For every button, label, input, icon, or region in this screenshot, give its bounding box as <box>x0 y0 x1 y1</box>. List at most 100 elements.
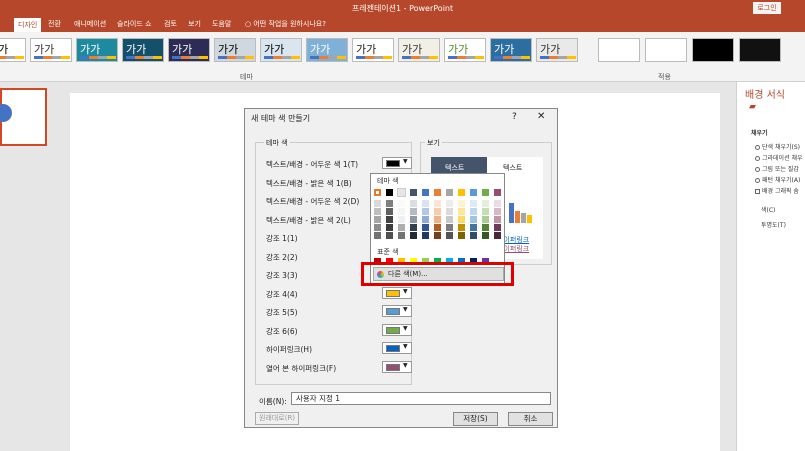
theme-thumbnail[interactable]: 가가 <box>122 38 164 62</box>
theme-color-shade-swatch[interactable] <box>386 200 393 207</box>
theme-color-shade-swatch[interactable] <box>386 224 393 231</box>
theme-color-shade-swatch[interactable] <box>458 232 465 239</box>
option-picture[interactable]: 그림 또는 질감 <box>755 164 799 173</box>
theme-color-shade-swatch[interactable] <box>374 208 381 215</box>
theme-color-swatch[interactable] <box>374 189 381 196</box>
login-button[interactable]: 로그인 <box>753 2 781 14</box>
theme-color-swatch[interactable] <box>494 189 501 196</box>
fill-section-header[interactable]: 채우기 <box>751 128 768 137</box>
theme-color-swatch[interactable] <box>410 189 417 196</box>
theme-color-swatch[interactable] <box>397 188 406 197</box>
theme-color-shade-swatch[interactable] <box>374 200 381 207</box>
theme-color-swatch[interactable] <box>458 189 465 196</box>
theme-color-shade-swatch[interactable] <box>410 224 417 231</box>
variant-thumb[interactable] <box>739 38 781 62</box>
option-gradient[interactable]: 그라데이션 채우 <box>755 153 803 162</box>
theme-color-shade-swatch[interactable] <box>446 216 453 223</box>
theme-color-swatch[interactable] <box>482 189 489 196</box>
theme-color-shade-swatch[interactable] <box>422 216 429 223</box>
cancel-button[interactable]: 취소 <box>508 412 553 426</box>
theme-color-shade-swatch[interactable] <box>434 208 441 215</box>
theme-color-shade-swatch[interactable] <box>422 224 429 231</box>
theme-color-picker-button[interactable]: ▼ <box>382 286 412 299</box>
tab-slideshow[interactable]: 슬라이드 쇼 <box>117 19 151 29</box>
theme-color-shade-swatch[interactable] <box>482 200 489 207</box>
theme-color-shade-swatch[interactable] <box>446 208 453 215</box>
theme-color-shade-swatch[interactable] <box>398 200 405 207</box>
theme-color-shade-swatch[interactable] <box>410 200 417 207</box>
theme-color-shade-swatch[interactable] <box>422 232 429 239</box>
theme-thumbnail[interactable]: 가가 <box>306 38 348 62</box>
theme-color-shade-swatch[interactable] <box>446 232 453 239</box>
theme-color-picker-button[interactable]: ▼ <box>382 360 412 373</box>
tab-animations[interactable]: 애니메이션 <box>74 19 106 29</box>
theme-color-shade-swatch[interactable] <box>482 224 489 231</box>
theme-color-shade-swatch[interactable] <box>398 216 405 223</box>
theme-color-shade-swatch[interactable] <box>434 200 441 207</box>
theme-color-shade-swatch[interactable] <box>482 208 489 215</box>
theme-color-shade-swatch[interactable] <box>458 216 465 223</box>
reset-button[interactable]: 원래대로(R) <box>255 412 299 425</box>
theme-color-shade-swatch[interactable] <box>494 232 501 239</box>
theme-color-swatch[interactable] <box>434 189 441 196</box>
variant-thumb[interactable] <box>598 38 640 62</box>
theme-color-shade-swatch[interactable] <box>494 208 501 215</box>
save-button[interactable]: 저장(S) <box>453 412 498 426</box>
theme-color-shade-swatch[interactable] <box>470 232 477 239</box>
theme-color-shade-swatch[interactable] <box>482 232 489 239</box>
theme-color-shade-swatch[interactable] <box>470 200 477 207</box>
theme-color-shade-swatch[interactable] <box>470 224 477 231</box>
theme-color-shade-swatch[interactable] <box>410 232 417 239</box>
theme-color-shade-swatch[interactable] <box>386 232 393 239</box>
name-input[interactable]: 사용자 지정 1 <box>291 392 551 405</box>
theme-color-shade-swatch[interactable] <box>398 208 405 215</box>
theme-color-shade-swatch[interactable] <box>410 216 417 223</box>
theme-color-swatch[interactable] <box>422 189 429 196</box>
help-button[interactable]: ? <box>512 112 517 122</box>
theme-color-shade-swatch[interactable] <box>434 224 441 231</box>
theme-color-swatch[interactable] <box>386 189 393 196</box>
theme-color-picker-button[interactable]: ▼ <box>382 157 412 169</box>
theme-color-shade-swatch[interactable] <box>458 200 465 207</box>
option-hide-graphics[interactable]: 배경 그래픽 숨 <box>755 186 799 195</box>
theme-thumbnail[interactable]: 가가 <box>0 38 26 62</box>
theme-color-picker-button[interactable]: ▼ <box>382 342 412 354</box>
tab-review[interactable]: 검토 <box>164 19 177 29</box>
theme-thumbnail[interactable]: 가가 <box>260 38 302 62</box>
option-pattern[interactable]: 패턴 채우기(A) <box>755 175 800 184</box>
theme-color-shade-swatch[interactable] <box>386 208 393 215</box>
close-icon[interactable]: ✕ <box>537 111 545 122</box>
theme-thumbnail[interactable]: 가가 <box>30 38 72 62</box>
theme-color-shade-swatch[interactable] <box>422 200 429 207</box>
theme-color-swatch[interactable] <box>446 189 453 196</box>
theme-color-shade-swatch[interactable] <box>398 224 405 231</box>
theme-color-shade-swatch[interactable] <box>482 216 489 223</box>
theme-color-shade-swatch[interactable] <box>446 224 453 231</box>
theme-color-picker-button[interactable]: ▼ <box>382 305 412 317</box>
theme-thumbnail[interactable]: 가가 <box>214 38 256 62</box>
theme-thumbnail[interactable]: 가가 <box>168 38 210 62</box>
tell-me-input[interactable]: ○ 어떤 작업을 원하시나요? <box>245 19 326 29</box>
theme-color-shade-swatch[interactable] <box>410 208 417 215</box>
theme-color-shade-swatch[interactable] <box>494 224 501 231</box>
theme-thumbnail[interactable]: 가가 <box>490 38 532 62</box>
tab-view[interactable]: 보기 <box>188 19 201 29</box>
theme-thumbnail[interactable]: 가가 <box>398 38 440 62</box>
theme-color-shade-swatch[interactable] <box>470 208 477 215</box>
tab-transitions[interactable]: 전환 <box>48 19 61 29</box>
theme-thumbnail[interactable]: 가가 <box>76 38 118 62</box>
theme-color-shade-swatch[interactable] <box>386 216 393 223</box>
theme-color-shade-swatch[interactable] <box>458 208 465 215</box>
tab-help[interactable]: 도움말 <box>212 19 231 29</box>
variant-thumb[interactable] <box>645 38 687 62</box>
theme-thumbnail[interactable]: 가가 <box>352 38 394 62</box>
theme-color-shade-swatch[interactable] <box>398 232 405 239</box>
option-solid[interactable]: 단색 채우기(S) <box>755 142 800 151</box>
theme-color-shade-swatch[interactable] <box>374 224 381 231</box>
theme-color-swatch[interactable] <box>470 189 477 196</box>
tab-design[interactable]: 디자인 <box>14 18 42 32</box>
theme-color-shade-swatch[interactable] <box>374 216 381 223</box>
theme-color-shade-swatch[interactable] <box>494 216 501 223</box>
theme-color-shade-swatch[interactable] <box>374 232 381 239</box>
theme-color-shade-swatch[interactable] <box>494 200 501 207</box>
